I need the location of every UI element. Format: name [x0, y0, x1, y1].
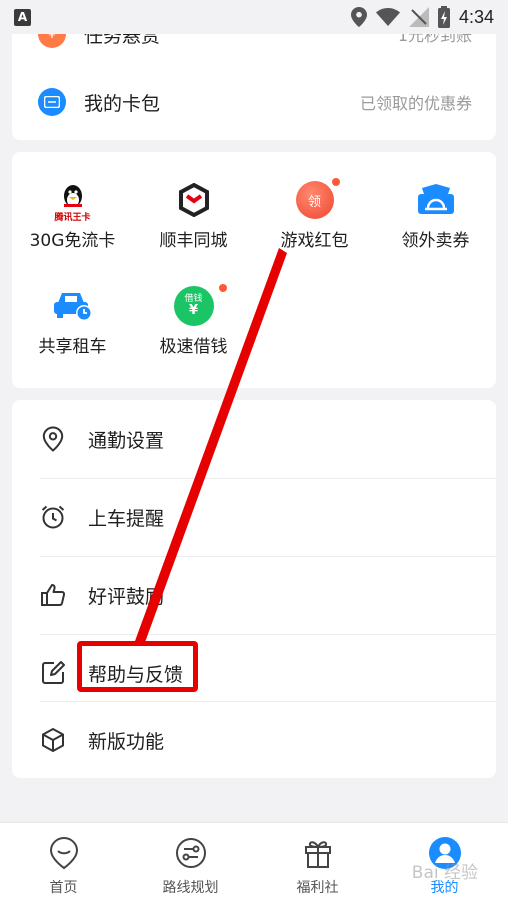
home-pin-icon [49, 835, 79, 871]
gift-icon [303, 835, 333, 871]
watermark-text: Bai 经验 [411, 863, 478, 883]
annotation-highlight-box [77, 641, 198, 692]
tab-label: 首页 [49, 880, 78, 896]
route-icon [175, 835, 207, 871]
tab-route-planning[interactable]: 路线规划 [127, 823, 254, 903]
annotation-arrow [135, 248, 287, 645]
tab-welfare[interactable]: 福利社 [254, 823, 381, 903]
tab-home[interactable]: 首页 [0, 823, 127, 903]
tab-label: 路线规划 [162, 880, 219, 896]
tab-label: 福利社 [296, 880, 339, 896]
